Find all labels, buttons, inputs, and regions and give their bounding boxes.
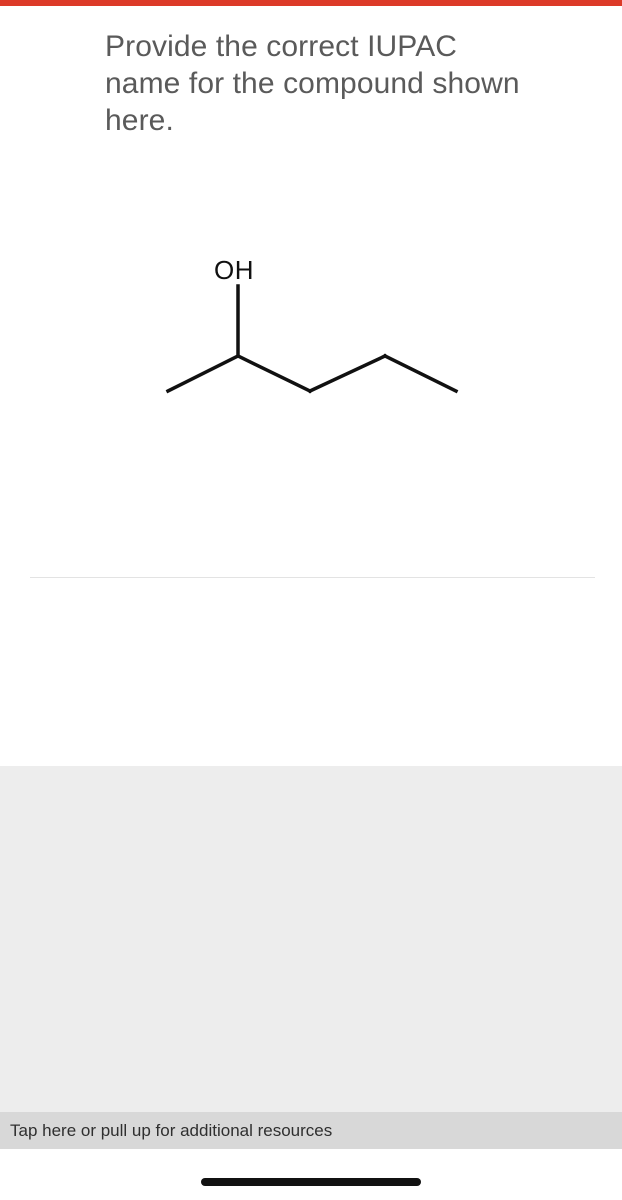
home-indicator-area — [0, 1149, 622, 1200]
question-prompt: Provide the correct IUPAC name for the c… — [105, 30, 520, 137]
app-root: Provide the correct IUPAC name for the c… — [0, 0, 622, 1200]
answer-keyboard-panel: Reset 5- 4- 2- 6- 1- 3- tert- iso se — [0, 766, 622, 1112]
skeletal-formula-svg — [165, 284, 459, 394]
hydroxyl-label: OH — [214, 255, 254, 285]
home-indicator[interactable] — [201, 1178, 421, 1186]
molecule-structure-diagram — [0, 236, 622, 426]
question-content-area: Provide the correct IUPAC name for the c… — [0, 6, 622, 766]
additional-resources-bar[interactable]: Tap here or pull up for additional resou… — [0, 1112, 622, 1149]
additional-resources-label: Tap here or pull up for additional resou… — [10, 1120, 333, 1140]
section-divider — [30, 577, 595, 578]
